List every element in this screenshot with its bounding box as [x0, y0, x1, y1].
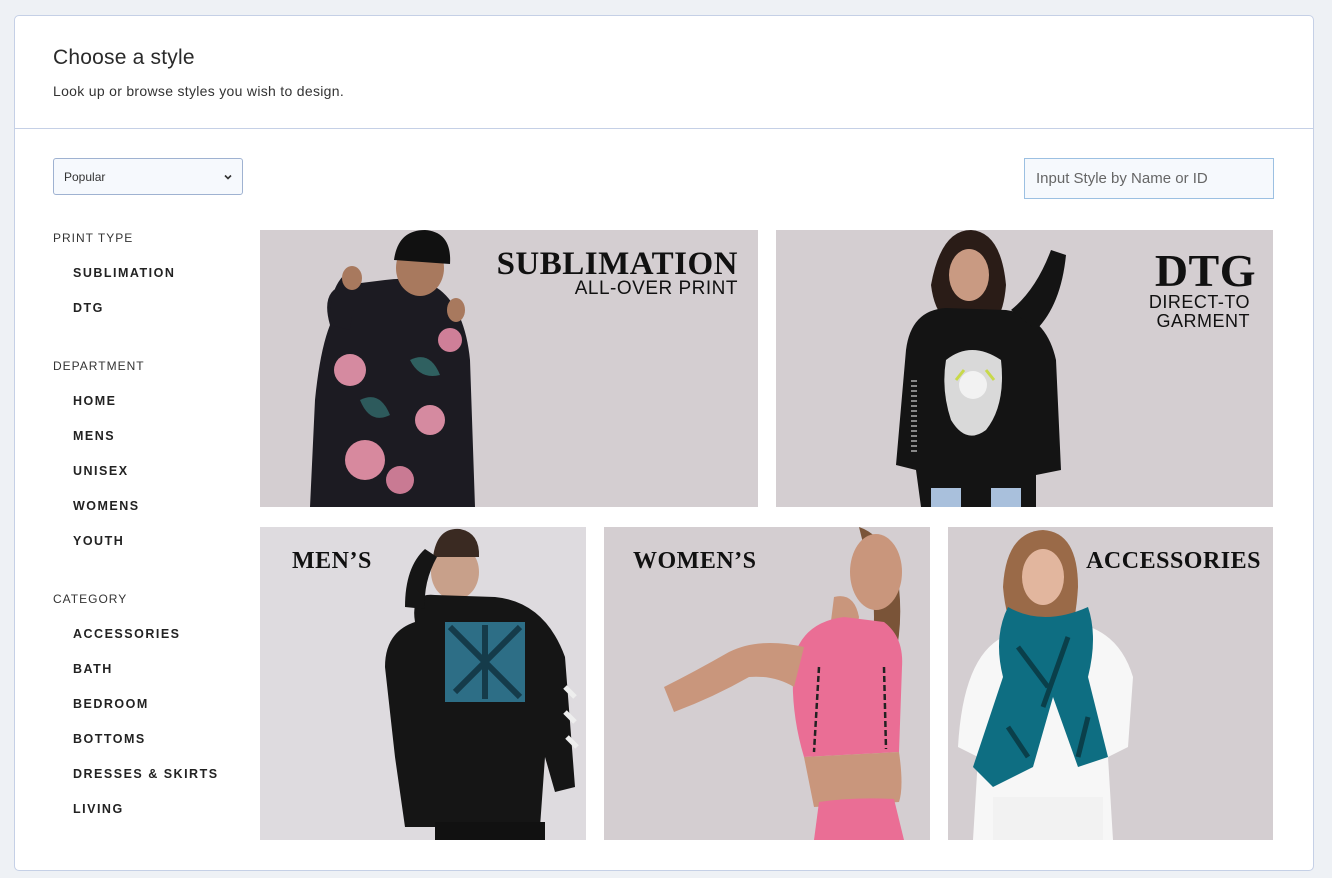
sort-dropdown-value: Popular [64, 169, 106, 184]
filter-heading: PRINT TYPE [53, 231, 134, 245]
tile-accessories-title: ACCESSORIES [1086, 548, 1261, 574]
filter-item-bedroom[interactable]: BEDROOM [53, 695, 253, 713]
style-search-input[interactable] [1024, 158, 1274, 199]
tile-mens[interactable]: MEN’S [260, 527, 586, 840]
tile-dtg-title: DTG [1154, 245, 1256, 296]
tile-dtg-subtitle-line1: DIRECT-TO [1148, 292, 1250, 312]
tile-dtg[interactable]: DTG DIRECT-TO GARMENT [776, 230, 1273, 507]
filter-item-bath[interactable]: BATH [53, 660, 253, 678]
page-title: Choose a style [53, 46, 195, 69]
tile-dtg-subtitle-line2: GARMENT [1156, 311, 1250, 331]
filter-group-category: CATEGORY ACCESSORIES BATH BEDROOM BOTTOM… [53, 590, 253, 818]
filter-sidebar: PRINT TYPE SUBLIMATION DTG DEPARTMENT HO… [53, 229, 253, 841]
panel-header: Choose a style Look up or browse styles … [15, 16, 1313, 129]
filter-item-living[interactable]: LIVING [53, 800, 253, 818]
filter-item-accessories[interactable]: ACCESSORIES [53, 625, 253, 643]
filter-heading: DEPARTMENT [53, 359, 145, 373]
filter-item-unisex[interactable]: UNISEX [53, 462, 253, 480]
model-longsleeve-image [896, 230, 1066, 507]
sort-dropdown[interactable]: Popular [53, 158, 243, 195]
model-mens-sweatshirt-image [385, 528, 579, 840]
filter-item-mens[interactable]: MENS [53, 427, 253, 445]
filter-item-bottoms[interactable]: BOTTOMS [53, 730, 253, 748]
filter-item-youth[interactable]: YOUTH [53, 532, 253, 550]
style-chooser-panel: Choose a style Look up or browse styles … [14, 15, 1314, 871]
model-hoodie-image [310, 230, 475, 507]
filter-item-dtg[interactable]: DTG [53, 299, 253, 317]
filter-group-department: DEPARTMENT HOME MENS UNISEX WOMENS YOUTH [53, 357, 253, 550]
filter-item-sublimation[interactable]: SUBLIMATION [53, 264, 253, 282]
tile-womens[interactable]: WOMEN’S [604, 527, 930, 840]
filter-item-home[interactable]: HOME [53, 392, 253, 410]
filter-item-dresses-skirts[interactable]: DRESSES & SKIRTS [53, 765, 253, 783]
filter-item-womens[interactable]: WOMENS [53, 497, 253, 515]
chevron-down-icon [223, 172, 233, 182]
tile-womens-title: WOMEN’S [633, 548, 757, 574]
tile-sublimation[interactable]: SUBLIMATION ALL-OVER PRINT [260, 230, 758, 507]
tile-sublimation-subtitle: ALL-OVER PRINT [574, 278, 738, 299]
tile-mens-title: MEN’S [292, 548, 372, 574]
tile-accessories[interactable]: ACCESSORIES [948, 527, 1273, 840]
filter-group-print-type: PRINT TYPE SUBLIMATION DTG [53, 229, 253, 317]
page-subtitle: Look up or browse styles you wish to des… [53, 83, 345, 99]
tile-sublimation-title: SUBLIMATION [496, 246, 738, 282]
filter-heading: CATEGORY [53, 592, 128, 606]
